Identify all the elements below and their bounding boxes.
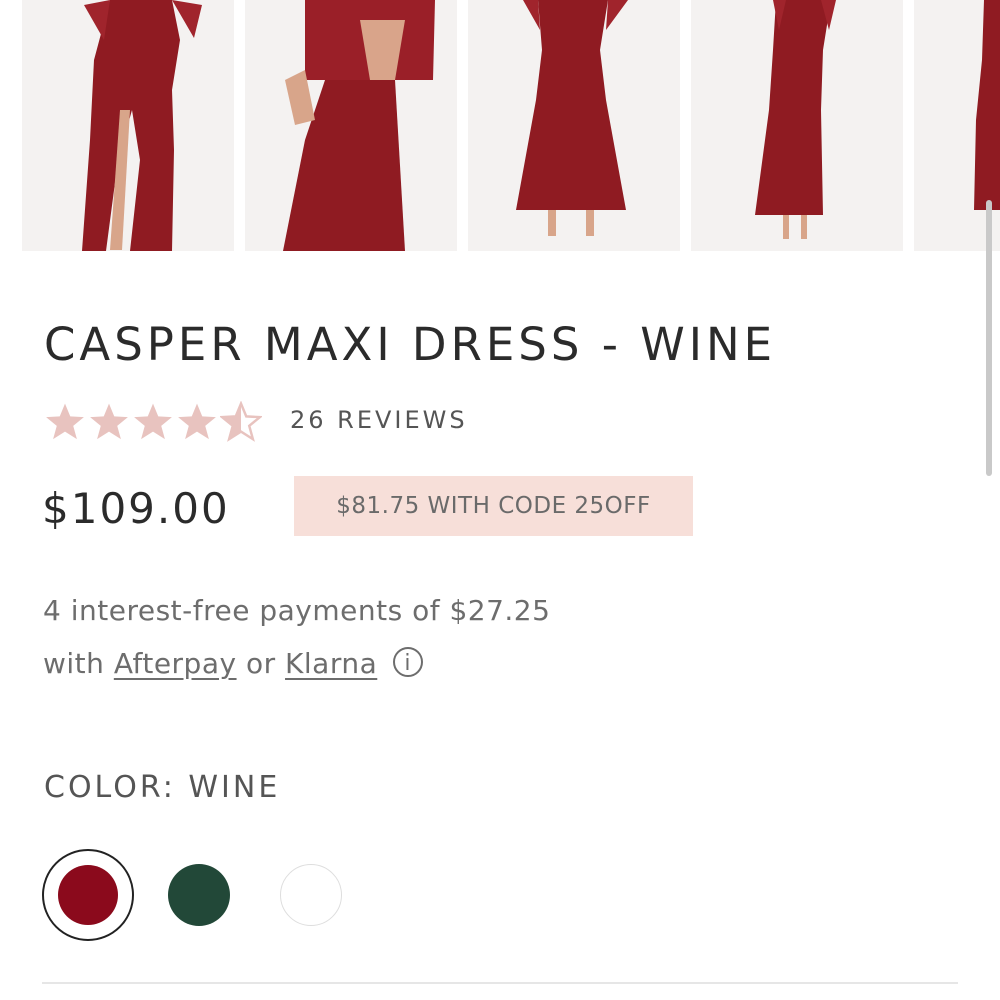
section-divider bbox=[42, 982, 958, 984]
info-icon[interactable]: i bbox=[392, 647, 423, 677]
product-price: $109.00 bbox=[42, 484, 230, 533]
gallery-image-1[interactable] bbox=[22, 0, 234, 251]
page-scrollbar[interactable] bbox=[986, 200, 992, 476]
star-full-icon bbox=[90, 403, 128, 440]
installments-text: 4 interest-free payments of $27.25 with … bbox=[43, 584, 550, 690]
color-swatch-white[interactable] bbox=[280, 864, 342, 926]
promo-code-badge: $81.75 WITH CODE 25OFF bbox=[294, 476, 693, 536]
star-full-icon bbox=[134, 403, 172, 440]
installments-with: with bbox=[43, 647, 105, 680]
afterpay-link[interactable]: Afterpay bbox=[114, 647, 237, 680]
color-swatch-wine[interactable] bbox=[42, 849, 134, 941]
star-half-icon bbox=[220, 401, 262, 442]
gallery-image-4[interactable] bbox=[691, 0, 903, 251]
installments-line: 4 interest-free payments of $27.25 bbox=[43, 594, 551, 627]
gallery-image-2[interactable] bbox=[245, 0, 457, 251]
product-image-gallery[interactable] bbox=[0, 0, 1000, 252]
installments-providers: with Afterpay or Klarna i bbox=[43, 637, 550, 690]
rating-stars[interactable] bbox=[44, 401, 262, 443]
star-full-icon bbox=[178, 403, 216, 440]
color-swatch-green[interactable] bbox=[168, 864, 230, 926]
installments-or: or bbox=[245, 647, 276, 680]
reviews-link[interactable]: 26 REVIEWS bbox=[290, 406, 468, 434]
product-title: CASPER MAXI DRESS - WINE bbox=[44, 318, 777, 371]
wine-swatch-dot bbox=[58, 865, 118, 925]
star-full-icon bbox=[46, 403, 84, 440]
gallery-image-3[interactable] bbox=[468, 0, 680, 251]
klarna-link[interactable]: Klarna bbox=[285, 647, 377, 680]
color-label: COLOR: WINE bbox=[44, 770, 281, 805]
